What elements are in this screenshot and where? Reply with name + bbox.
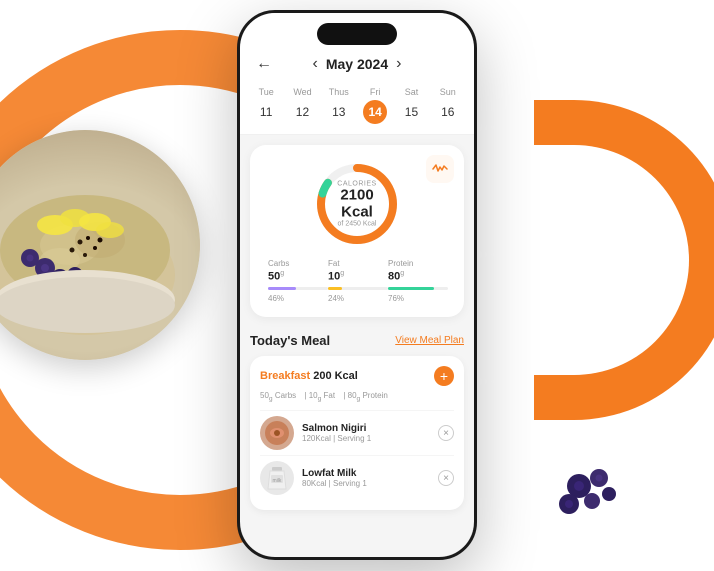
month-year-label: May 2024 <box>326 56 388 72</box>
activity-icon[interactable] <box>426 155 454 183</box>
meal-section-title: Today's Meal <box>250 333 330 348</box>
salmon-name: Salmon Nigiri <box>302 423 430 434</box>
food-item-salmon: Salmon Nigiri 120Kcal | Serving 1 × <box>260 410 454 455</box>
protein-bar <box>388 287 434 290</box>
breakfast-card: Breakfast 200 Kcal + 50g Carbs | 10g Fat… <box>250 356 464 511</box>
calories-sub: of 2450 Kcal <box>335 221 380 228</box>
breakfast-title: Breakfast 200 Kcal <box>260 370 358 382</box>
carbs-macro: Carbs 50g 46% <box>268 259 328 303</box>
calendar-day-14[interactable]: Fri 14 <box>363 87 387 124</box>
carbs-pct: 46% <box>268 294 328 303</box>
meal-section: Today's Meal View Meal Plan Breakfast 20… <box>240 325 474 515</box>
protein-label: Protein <box>388 259 448 268</box>
next-month-button[interactable]: › <box>396 55 401 73</box>
breakfast-fat: | 10g Fat <box>304 391 335 400</box>
salmon-detail: 120Kcal | Serving 1 <box>302 434 430 443</box>
add-meal-button[interactable]: + <box>434 366 454 386</box>
food-bowl-image <box>0 130 200 360</box>
phone-screen: ← ‹ May 2024 › Tue 11 Wed 12 Thus 13 Fri… <box>240 13 474 557</box>
meal-header: Today's Meal View Meal Plan <box>250 333 464 348</box>
carbs-bar <box>268 287 296 290</box>
fat-pct: 24% <box>328 294 388 303</box>
milk-remove-button[interactable]: × <box>438 470 454 486</box>
dynamic-island <box>317 23 397 45</box>
blueberries-decoration <box>554 466 634 531</box>
phone-scroll-content[interactable]: CALORIES 2100 Kcal of 2450 Kcal Carbs 50… <box>240 135 474 557</box>
milk-info: Lowfat Milk 80Kcal | Serving 1 <box>302 468 430 488</box>
prev-month-button[interactable]: ‹ <box>313 55 318 73</box>
breakfast-protein: | 80g Protein <box>343 391 387 400</box>
salmon-info: Salmon Nigiri 120Kcal | Serving 1 <box>302 423 430 443</box>
milk-detail: 80Kcal | Serving 1 <box>302 479 430 488</box>
carbs-value: 50g <box>268 270 328 283</box>
breakfast-macros: 50g Carbs | 10g Fat | 80g Protein <box>260 391 454 403</box>
calendar-day-16[interactable]: Sun 16 <box>436 87 460 124</box>
breakfast-carbs: 50g Carbs <box>260 391 296 400</box>
calories-donut: CALORIES 2100 Kcal of 2450 Kcal <box>264 159 450 249</box>
milk-icon: milk <box>260 461 294 495</box>
carbs-label: Carbs <box>268 259 328 268</box>
fat-bar <box>328 287 342 290</box>
protein-pct: 76% <box>388 294 448 303</box>
calendar-day-12[interactable]: Wed 12 <box>290 87 314 124</box>
calendar-day-15[interactable]: Sat 15 <box>399 87 423 124</box>
svg-text:milk: milk <box>273 478 282 484</box>
macros-row: Carbs 50g 46% Fat 10g 24% <box>264 259 450 303</box>
protein-macro: Protein 80g 76% <box>388 259 448 303</box>
fat-value: 10g <box>328 270 388 283</box>
meal-type-label: Breakfast <box>260 370 310 382</box>
calendar-day-13[interactable]: Thus 13 <box>327 87 351 124</box>
meal-kcal-label: 200 Kcal <box>313 370 358 382</box>
bg-arc-right <box>534 100 714 420</box>
breakfast-header: Breakfast 200 Kcal + <box>260 366 454 386</box>
fat-label: Fat <box>328 259 388 268</box>
phone-frame: ← ‹ May 2024 › Tue 11 Wed 12 Thus 13 Fri… <box>237 10 477 560</box>
protein-value: 80g <box>388 270 448 283</box>
calendar-day-11[interactable]: Tue 11 <box>254 87 278 124</box>
calories-value: 2100 Kcal <box>335 188 380 221</box>
calendar-week-row: Tue 11 Wed 12 Thus 13 Fri 14 Sat 15 Sun … <box>240 81 474 135</box>
food-item-milk: milk Lowfat Milk 80Kcal | Serving 1 × <box>260 455 454 500</box>
view-meal-plan-link[interactable]: View Meal Plan <box>395 335 464 346</box>
salmon-remove-button[interactable]: × <box>438 425 454 441</box>
fat-macro: Fat 10g 24% <box>328 259 388 303</box>
milk-name: Lowfat Milk <box>302 468 430 479</box>
calories-card: CALORIES 2100 Kcal of 2450 Kcal Carbs 50… <box>250 145 464 317</box>
salmon-icon <box>260 416 294 450</box>
back-button[interactable]: ← <box>256 55 272 73</box>
